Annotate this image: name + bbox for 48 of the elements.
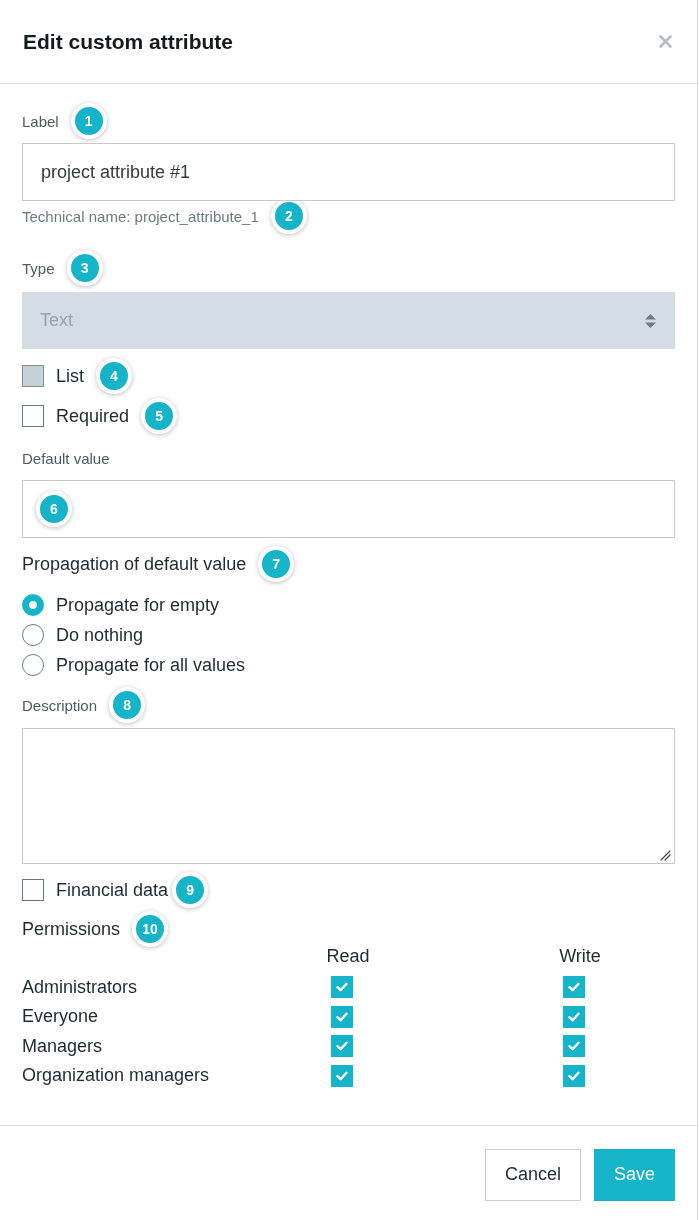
helper-text: Technical name: project_attribute_1 xyxy=(22,207,259,225)
checkmark-icon xyxy=(568,1011,580,1022)
radio-label: Propagate for all values xyxy=(56,654,246,676)
checkbox[interactable] xyxy=(563,1005,585,1028)
up-down-arrows-icon xyxy=(645,313,656,328)
checkbox[interactable] xyxy=(331,976,353,999)
close-icon xyxy=(659,35,672,48)
radio-button[interactable] xyxy=(22,654,44,676)
checkbox[interactable] xyxy=(563,976,585,999)
group-heading: Permissions xyxy=(22,918,121,940)
group-name: Organization managers xyxy=(22,1065,210,1087)
checkbox[interactable] xyxy=(331,1064,353,1087)
group-name: Everyone xyxy=(22,1006,99,1028)
checkbox[interactable] xyxy=(331,1035,353,1058)
checkmark-icon xyxy=(336,1011,348,1022)
field-label: Default value xyxy=(22,449,110,467)
radio-label: Propagate for empty xyxy=(56,594,220,616)
group-heading: Propagation of default value xyxy=(22,553,247,575)
field-label: Label xyxy=(22,112,59,130)
text-input[interactable]: project attribute #1 xyxy=(22,143,675,201)
checkbox-label: Required xyxy=(56,405,130,427)
checkbox[interactable] xyxy=(563,1035,585,1058)
dialog-title: Edit custom attribute xyxy=(23,29,233,54)
radio-button[interactable] xyxy=(22,594,44,616)
radio-button[interactable] xyxy=(22,624,44,646)
checkmark-icon xyxy=(568,1041,580,1052)
group-name: Managers xyxy=(22,1035,103,1057)
cancel-button[interactable]: Cancel xyxy=(484,1148,581,1201)
checkbox-label: List xyxy=(56,365,84,387)
checkbox-label: Financial data xyxy=(56,879,169,901)
column-header: Write xyxy=(559,945,601,967)
radio-label: Do nothing xyxy=(56,624,144,646)
field-label: Description xyxy=(22,696,98,714)
checkbox[interactable] xyxy=(563,1064,585,1087)
text-input[interactable] xyxy=(22,480,675,538)
close-button[interactable] xyxy=(659,35,672,48)
field-label: Type xyxy=(22,259,55,277)
checkmark-icon xyxy=(568,982,580,993)
checkbox[interactable] xyxy=(331,1005,353,1028)
checkmark-icon xyxy=(336,1041,348,1052)
column-header: Read xyxy=(326,945,370,967)
checkbox[interactable] xyxy=(22,405,44,427)
resize-grip-icon[interactable] xyxy=(660,850,671,861)
checkmark-icon xyxy=(336,1070,348,1081)
group-name: Administrators xyxy=(22,976,138,998)
checkmark-icon xyxy=(336,982,348,993)
checkmark-icon xyxy=(568,1070,580,1081)
checkbox[interactable] xyxy=(22,879,44,901)
